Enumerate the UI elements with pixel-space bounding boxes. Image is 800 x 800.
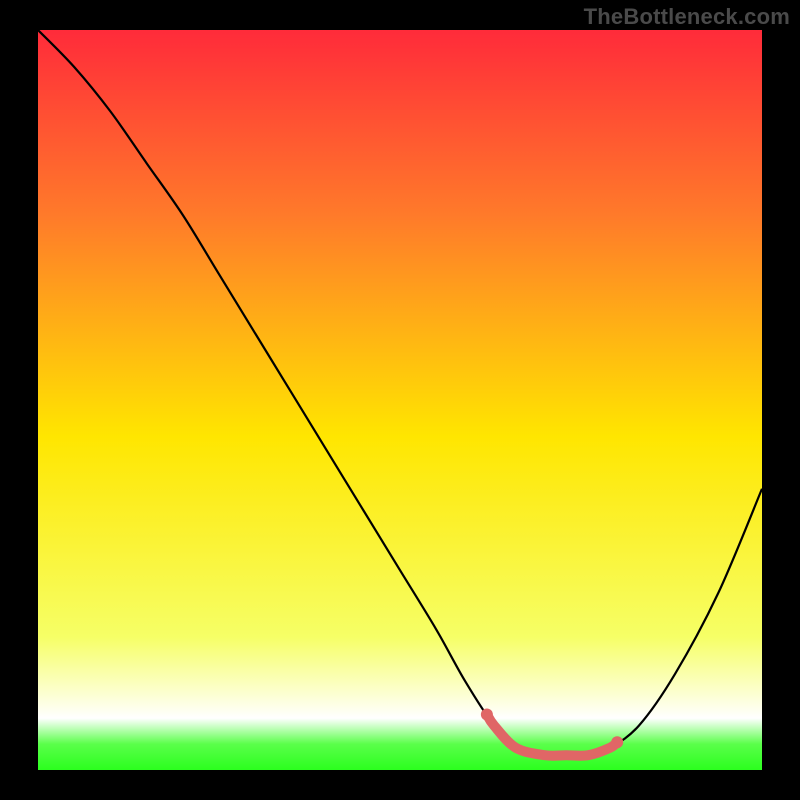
- bottleneck-chart: [0, 0, 800, 800]
- optimal-range-end-marker: [611, 736, 623, 748]
- chart-frame: { "watermark": "TheBottleneck.com", "col…: [0, 0, 800, 800]
- plot-background: [38, 30, 762, 770]
- optimal-range-start-marker: [481, 709, 493, 721]
